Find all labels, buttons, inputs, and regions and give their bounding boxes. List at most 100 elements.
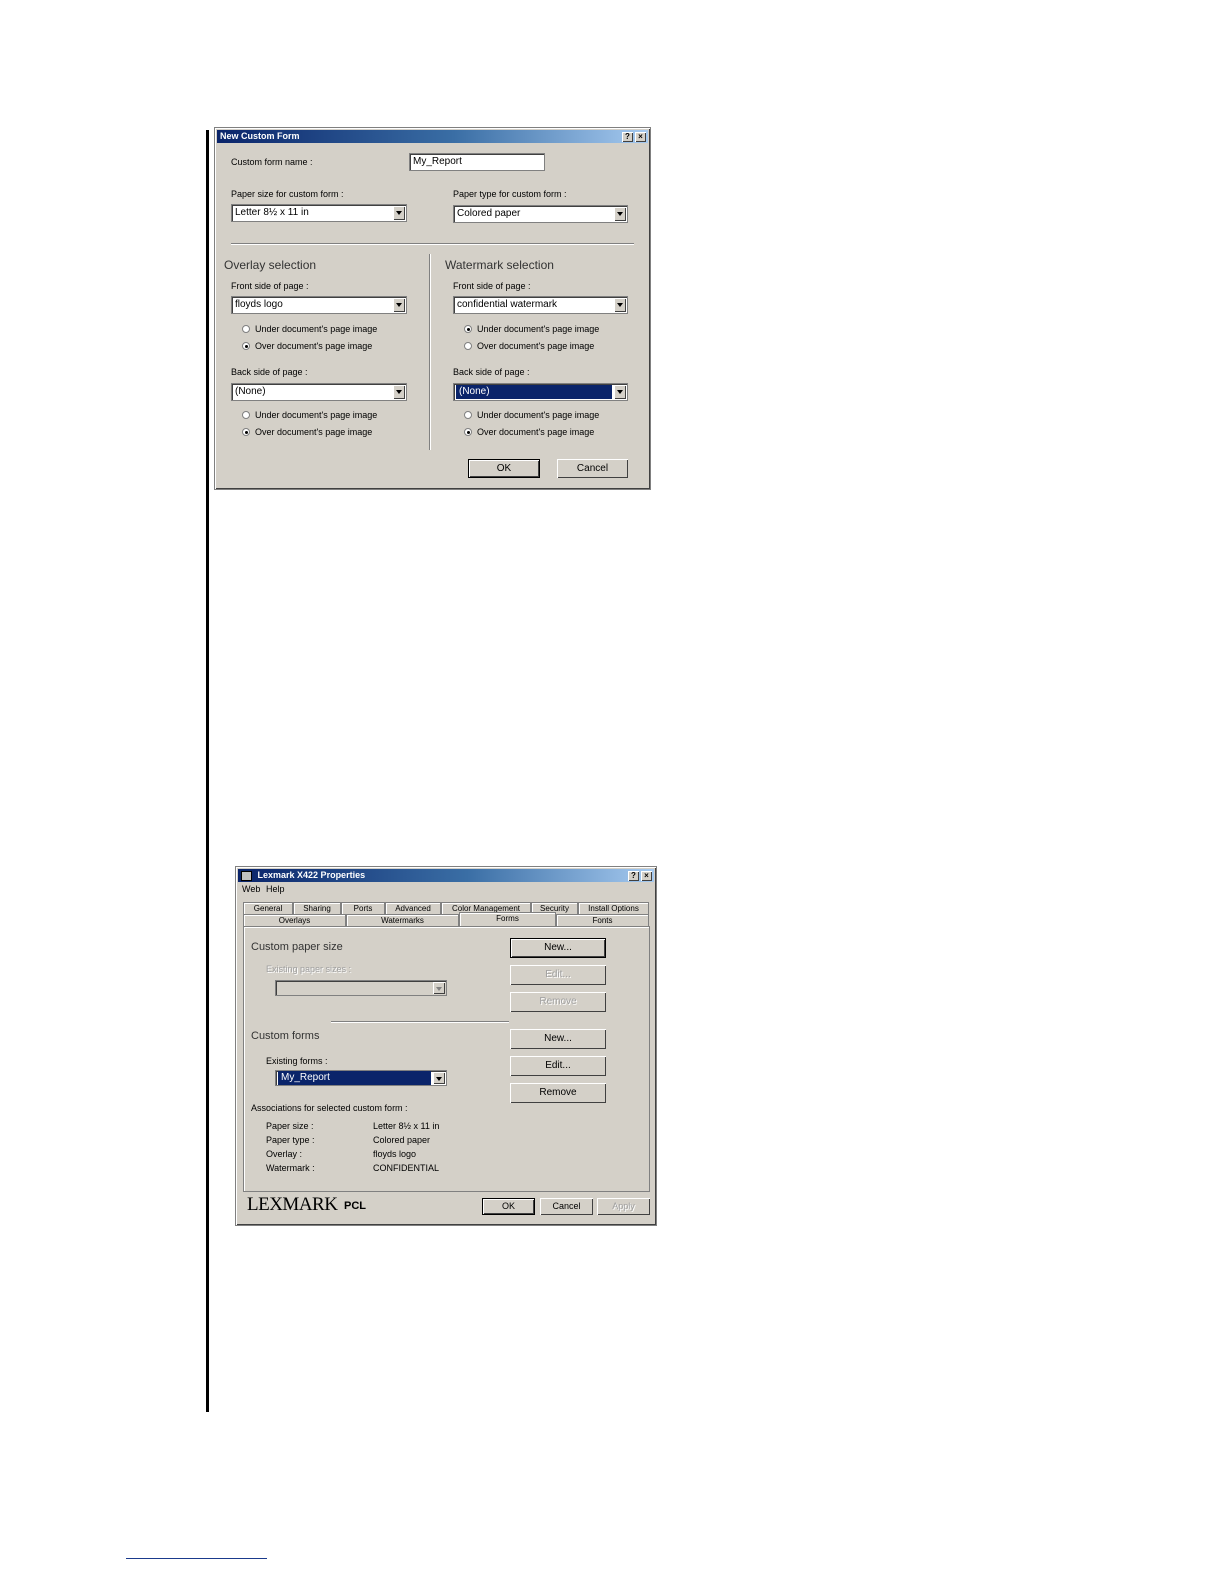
new-custom-form-dialog: New Custom Form ? × Custom form name : M… (214, 127, 651, 490)
overlay-front-under-radio[interactable]: Under document's page image (242, 324, 377, 334)
overlay-back-under-radio[interactable]: Under document's page image (242, 410, 377, 420)
assoc-label-paper-type: Paper type : (266, 1135, 315, 1145)
radio-label: Over document's page image (477, 427, 595, 437)
page-margin-rule (206, 130, 209, 1412)
existing-sizes-select[interactable] (275, 980, 447, 996)
tab-forms[interactable]: Forms (459, 912, 556, 926)
paper-remove-button[interactable]: Remove (510, 992, 606, 1012)
printer-icon (241, 870, 252, 881)
overlay-back-label: Back side of page : (231, 367, 308, 377)
radio-icon (464, 411, 472, 419)
apply-button[interactable]: Apply (597, 1198, 650, 1215)
overlay-front-label: Front side of page : (231, 281, 309, 291)
paper-size-select[interactable]: Letter 8½ x 11 in (231, 204, 407, 222)
chevron-down-icon[interactable] (393, 298, 405, 312)
dialog-titlebar: Lexmark X422 Properties ? × (238, 869, 654, 882)
chevron-down-icon (433, 982, 445, 994)
forms-new-button[interactable]: New... (510, 1029, 606, 1049)
assoc-label-watermark: Watermark : (266, 1163, 315, 1173)
ok-button[interactable]: OK (468, 459, 540, 478)
assoc-value-watermark: CONFIDENTIAL (373, 1163, 440, 1173)
tab-general[interactable]: General (243, 902, 293, 914)
vertical-divider (429, 254, 431, 450)
overlay-front-select[interactable]: floyds logo (231, 296, 407, 314)
footnote-rule (126, 1558, 267, 1559)
radio-label: Over document's page image (255, 427, 373, 437)
existing-sizes-label: Existing paper sizes : (266, 964, 352, 974)
tab-advanced[interactable]: Advanced (385, 902, 441, 914)
chevron-down-icon[interactable] (393, 206, 405, 220)
assoc-label-paper-size: Paper size : (266, 1121, 314, 1131)
chevron-down-icon[interactable] (614, 298, 626, 312)
overlay-back-value: (None) (235, 386, 266, 397)
help-button[interactable]: ? (622, 132, 633, 142)
overlay-front-value: floyds logo (235, 299, 283, 310)
custom-forms-heading: Custom forms (251, 1030, 320, 1042)
divider (331, 1021, 509, 1023)
watermark-front-over-radio[interactable]: Over document's page image (464, 341, 594, 351)
associations-heading: Associations for selected custom form : (251, 1103, 408, 1113)
cancel-button[interactable]: Cancel (557, 459, 628, 478)
watermark-back-under-radio[interactable]: Under document's page image (464, 410, 599, 420)
assoc-value-overlay: floyds logo (373, 1149, 417, 1159)
close-button[interactable]: × (641, 871, 652, 881)
chevron-down-icon[interactable] (614, 207, 626, 221)
cancel-button[interactable]: Cancel (540, 1198, 593, 1215)
watermark-back-over-radio[interactable]: Over document's page image (464, 427, 594, 437)
radio-label: Over document's page image (477, 341, 595, 351)
radio-label: Under document's page image (255, 324, 378, 334)
tab-watermarks[interactable]: Watermarks (346, 914, 459, 926)
chevron-down-icon[interactable] (614, 385, 626, 399)
dialog-title: New Custom Form (220, 131, 300, 141)
ok-button[interactable]: OK (482, 1198, 535, 1215)
paper-type-label: Paper type for custom form : (453, 189, 567, 199)
help-button[interactable]: ? (628, 871, 639, 881)
form-name-field[interactable]: My_Report (409, 153, 545, 171)
paper-edit-button[interactable]: Edit... (510, 965, 606, 985)
chevron-down-icon[interactable] (393, 385, 405, 399)
watermark-back-label: Back side of page : (453, 367, 530, 377)
radio-icon (242, 411, 250, 419)
radio-checked-icon (242, 428, 250, 436)
menu-help[interactable]: Help (266, 884, 285, 894)
radio-label: Under document's page image (255, 410, 378, 420)
forms-edit-button[interactable]: Edit... (510, 1056, 606, 1076)
paper-size-label: Paper size for custom form : (231, 189, 344, 199)
overlay-back-over-radio[interactable]: Over document's page image (242, 427, 372, 437)
overlay-back-select[interactable]: (None) (231, 383, 407, 401)
existing-forms-select[interactable]: My_Report (275, 1070, 447, 1086)
divider (231, 243, 634, 245)
chevron-down-icon[interactable] (433, 1072, 445, 1084)
dialog-titlebar: New Custom Form ? × (217, 130, 648, 143)
pcl-label: PCL (344, 1200, 366, 1212)
assoc-value-paper-type: Colored paper (373, 1135, 431, 1145)
tab-fonts[interactable]: Fonts (556, 914, 649, 926)
form-name-label: Custom form name : (231, 157, 313, 167)
paper-type-value: Colored paper (457, 208, 521, 219)
watermark-front-under-radio[interactable]: Under document's page image (464, 324, 599, 334)
paper-type-select[interactable]: Colored paper (453, 205, 628, 223)
watermark-heading: Watermark selection (445, 258, 554, 272)
menu-web[interactable]: Web (242, 884, 260, 894)
assoc-value-paper-size: Letter 8½ x 11 in (373, 1121, 440, 1131)
watermark-back-value: (None) (456, 385, 612, 399)
dialog-title: Lexmark X422 Properties (257, 870, 366, 880)
close-button[interactable]: × (635, 132, 646, 142)
watermark-front-label: Front side of page : (453, 281, 531, 291)
paper-new-button[interactable]: New... (510, 938, 606, 958)
radio-checked-icon (464, 428, 472, 436)
watermark-back-select[interactable]: (None) (453, 383, 628, 401)
tab-install-options[interactable]: Install Options (578, 902, 649, 914)
watermark-front-select[interactable]: confidential watermark (453, 296, 628, 314)
radio-checked-icon (464, 325, 472, 333)
tab-sharing[interactable]: Sharing (293, 902, 341, 914)
tab-ports[interactable]: Ports (341, 902, 385, 914)
radio-icon (242, 325, 250, 333)
overlay-front-over-radio[interactable]: Over document's page image (242, 341, 372, 351)
forms-remove-button[interactable]: Remove (510, 1083, 606, 1103)
existing-forms-label: Existing forms : (266, 1056, 328, 1066)
existing-forms-value: My_Report (278, 1071, 431, 1085)
brand-wordmark: LEXMARK (247, 1194, 338, 1215)
tab-overlays[interactable]: Overlays (243, 914, 346, 926)
radio-checked-icon (242, 342, 250, 350)
